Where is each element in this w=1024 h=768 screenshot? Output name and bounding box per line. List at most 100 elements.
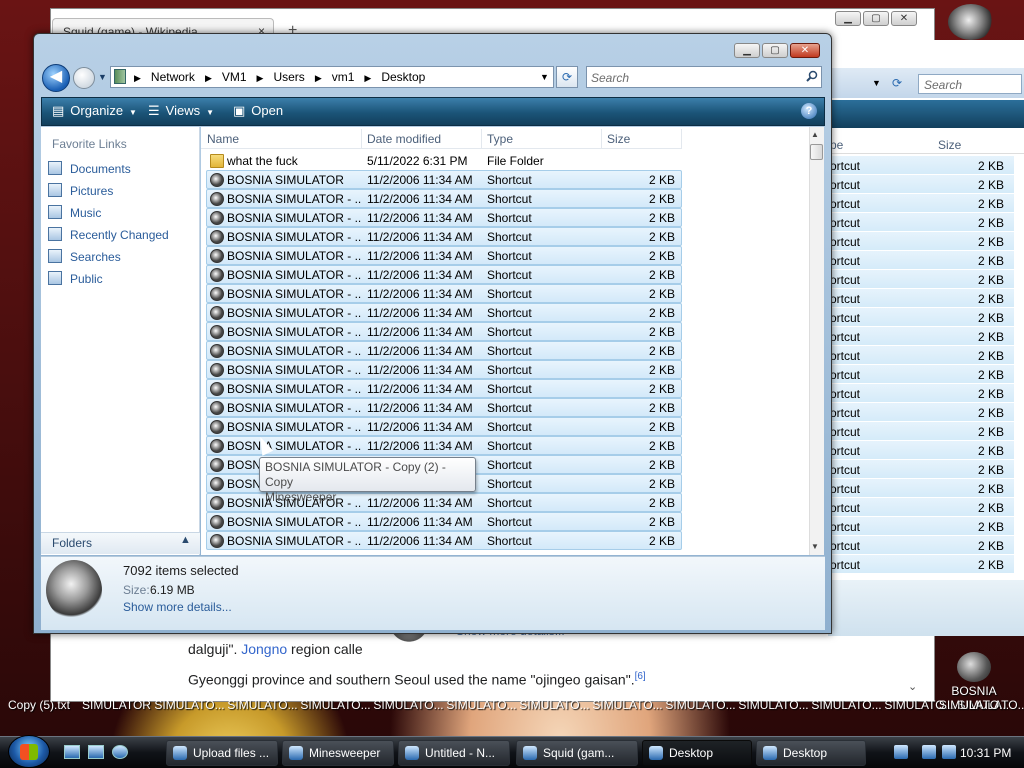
table-row[interactable]: BOSNIA SIMULATOR - ... 11/2/2006 11:34 AM…	[206, 208, 682, 227]
column-header-name[interactable]: Name	[207, 132, 239, 146]
breadcrumb-separator-icon[interactable]: ▶	[257, 73, 264, 83]
close-button[interactable]: ✕	[891, 11, 917, 26]
table-row[interactable]: ortcut 2 KB	[828, 365, 1014, 384]
search-input[interactable]: Search	[586, 66, 822, 88]
table-row[interactable]: BOSNIA SIMULATOR - ... 11/2/2006 11:34 AM…	[206, 379, 682, 398]
desktop-icon-label[interactable]: SIMULATO...	[372, 698, 445, 712]
table-row[interactable]: ortcut 2 KB	[828, 479, 1014, 498]
table-row[interactable]: ortcut 2 KB	[828, 517, 1014, 536]
table-row[interactable]: BOSNIA SIMULATOR - ... 11/2/2006 11:34 AM…	[206, 341, 682, 360]
column-header-date-modified[interactable]: Date modified	[367, 132, 441, 146]
breadcrumb-item[interactable]: Network	[151, 70, 195, 84]
chevron-up-icon[interactable]: ▲	[180, 534, 191, 546]
desktop-icon-label[interactable]: SIMULATO...	[591, 698, 664, 712]
desktop-icon-label[interactable]: SIMULATO...	[518, 698, 591, 712]
explorer2-col-size[interactable]: Size	[938, 138, 961, 152]
table-row[interactable]: ortcut 2 KB	[828, 232, 1014, 251]
table-row[interactable]: BOSNIA SIMULATOR - ... 11/2/2006 11:34 AM…	[206, 303, 682, 322]
breadcrumb-separator-icon[interactable]: ▶	[134, 73, 141, 83]
table-row[interactable]: ortcut 2 KB	[828, 346, 1014, 365]
internet-explorer-icon[interactable]	[112, 745, 128, 759]
refresh-button[interactable]: ⟳	[556, 66, 578, 88]
taskbar-button[interactable]: Desktop	[756, 740, 866, 766]
table-row[interactable]: ortcut 2 KB	[828, 555, 1014, 574]
help-icon[interactable]: ?	[801, 103, 817, 119]
taskbar-button[interactable]: Upload files ...	[166, 740, 278, 766]
table-row[interactable]: BOSNIA SIMULATOR - ... 11/2/2006 11:34 AM…	[206, 398, 682, 417]
scroll-up-icon[interactable]: ▲	[811, 130, 819, 139]
taskbar-button[interactable]: Desktop	[642, 740, 752, 766]
maximize-button[interactable]: ▢	[762, 43, 788, 58]
chevron-down-icon[interactable]: ▼	[98, 72, 107, 82]
table-row[interactable]: BOSNIA SIMULATOR - ... 11/2/2006 11:34 AM…	[206, 512, 682, 531]
open-button[interactable]: ▣ Open	[233, 103, 283, 119]
table-row[interactable]: what the fuck 5/11/2022 6:31 PM File Folde…	[206, 151, 682, 170]
wiki-reference[interactable]: [6]	[635, 671, 646, 682]
breadcrumb-item[interactable]: Desktop	[381, 70, 425, 84]
column-divider[interactable]	[601, 129, 602, 149]
column-header-size[interactable]: Size	[607, 132, 630, 146]
switch-windows-icon[interactable]	[88, 745, 104, 759]
minimize-button[interactable]: ▁	[734, 43, 760, 58]
desktop-icon-label[interactable]: SIMULATOR	[80, 698, 153, 712]
column-header-type[interactable]: Type	[487, 132, 513, 146]
desktop-icon-label[interactable]: SIMULATO...	[810, 698, 883, 712]
table-row[interactable]: BOSNIA SIMULATOR - ... 11/2/2006 11:34 AM…	[206, 436, 682, 455]
nav-item-documents[interactable]: Documents	[48, 161, 131, 176]
table-row[interactable]: ortcut 2 KB	[828, 384, 1014, 403]
nav-item-searches[interactable]: Searches	[48, 249, 121, 264]
desktop-icon-label[interactable]: SIMULATO...	[664, 698, 737, 712]
table-row[interactable]: ortcut 2 KB	[828, 289, 1014, 308]
taskbar-button[interactable]: Minesweeper	[282, 740, 394, 766]
table-row[interactable]: ortcut 2 KB	[828, 213, 1014, 232]
volume-icon[interactable]	[942, 745, 956, 759]
breadcrumb-separator-icon[interactable]: ▶	[315, 73, 322, 83]
show-desktop-icon[interactable]	[64, 745, 80, 759]
desktop-icon-label[interactable]: SIMULATO...	[153, 698, 226, 712]
breadcrumb-item[interactable]: Users	[273, 70, 304, 84]
column-divider[interactable]	[361, 129, 362, 149]
table-row[interactable]: ortcut 2 KB	[828, 498, 1014, 517]
table-row[interactable]: BOSNIA SIMULATOR - ... 11/2/2006 11:34 AM…	[206, 265, 682, 284]
table-row[interactable]: BOSNIA SIMULATOR - ... 11/2/2006 11:34 AM…	[206, 417, 682, 436]
table-row[interactable]: ortcut 2 KB	[828, 327, 1014, 346]
table-row[interactable]: ortcut 2 KB	[828, 270, 1014, 289]
organize-button[interactable]: ▤ Organize ▼	[52, 103, 137, 119]
nav-item-music[interactable]: Music	[48, 205, 101, 220]
column-divider[interactable]	[481, 129, 482, 149]
table-row[interactable]: ortcut 2 KB	[828, 536, 1014, 555]
desktop-icon-label[interactable]: Copy (5).txt	[0, 698, 80, 712]
close-button[interactable]: ✕	[790, 43, 820, 58]
views-button[interactable]: ☰ Views ▼	[148, 103, 214, 119]
wiki-link-jongno[interactable]: Jongno	[241, 641, 287, 657]
table-row[interactable]: ortcut 2 KB	[828, 194, 1014, 213]
table-row[interactable]: BOSNIA SIMULATOR - ... 11/2/2006 11:34 AM…	[206, 246, 682, 265]
show-more-details-link[interactable]: Show more details...	[123, 600, 232, 614]
desktop-icon-label[interactable]: SIMULATO...	[445, 698, 518, 712]
breadcrumb-item[interactable]: VM1	[222, 70, 247, 84]
table-row[interactable]: BOSNIA SIMULATOR - ... 11/2/2006 11:34 AM…	[206, 284, 682, 303]
desktop-icon-label[interactable]: SIMULATO...	[299, 698, 372, 712]
search-icon[interactable]	[806, 70, 818, 82]
clock[interactable]: 10:31 PM	[960, 746, 1011, 760]
refresh-icon[interactable]: ⟳	[892, 76, 902, 90]
table-row[interactable]: ortcut 2 KB	[828, 403, 1014, 422]
nav-item-recently-changed[interactable]: Recently Changed	[48, 227, 169, 242]
table-row[interactable]: BOSNIA SIMULATOR 11/2/2006 11:34 AM Shortc…	[206, 170, 682, 189]
explorer2-col-type[interactable]: pe	[830, 138, 843, 152]
vertical-scrollbar[interactable]	[809, 127, 824, 555]
chevron-down-icon[interactable]: ▼	[540, 72, 549, 82]
desktop-icon-label[interactable]: SIMULATO...	[226, 698, 299, 712]
chevron-down-icon[interactable]: ▼	[872, 78, 881, 88]
breadcrumb-separator-icon[interactable]: ▶	[205, 73, 212, 83]
column-divider[interactable]	[681, 129, 682, 149]
taskbar-button[interactable]: Squid (gam...	[516, 740, 638, 766]
table-row[interactable]: BOSNIA SIMULATOR - ... 11/2/2006 11:34 AM…	[206, 360, 682, 379]
maximize-button[interactable]: ▢	[863, 11, 889, 26]
explorer2-search-input[interactable]: Search	[918, 74, 1022, 94]
table-row[interactable]: ortcut 2 KB	[828, 422, 1014, 441]
taskbar-button[interactable]: Untitled - N...	[398, 740, 510, 766]
nav-item-pictures[interactable]: Pictures	[48, 183, 113, 198]
minimize-button[interactable]: ▁	[835, 11, 861, 26]
table-row[interactable]: BOSNIA SIMULATOR - ... 11/2/2006 11:34 AM…	[206, 322, 682, 341]
